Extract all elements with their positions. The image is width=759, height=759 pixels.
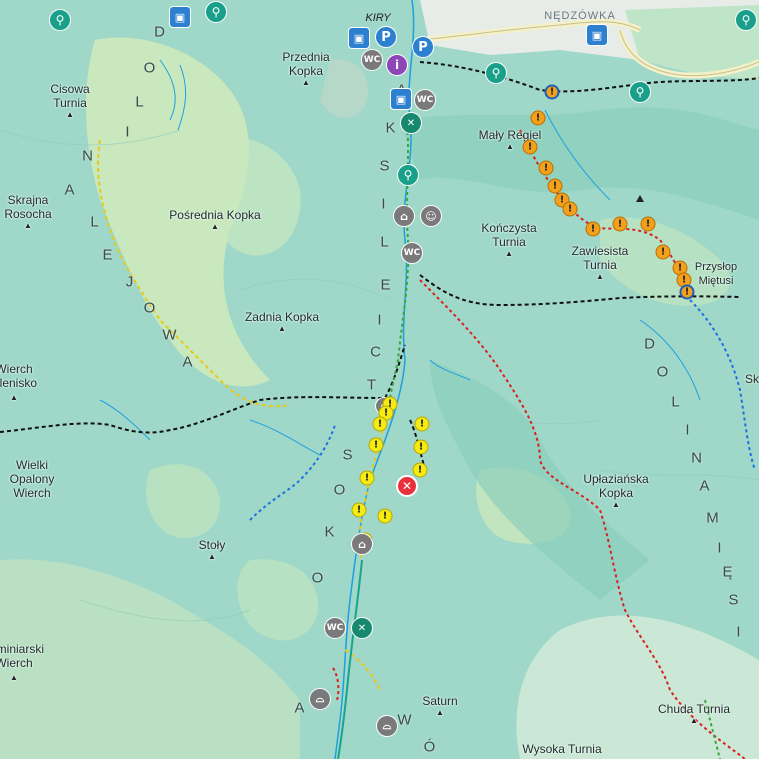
place-name: Skrajna Rosocha	[4, 193, 52, 221]
wc-icon[interactable]: WC	[401, 242, 423, 264]
warning-icon[interactable]: !	[413, 439, 429, 455]
bike-icon[interactable]: ⚲	[49, 9, 71, 31]
place-name: Wysoka Turnia	[522, 742, 602, 756]
cave-icon[interactable]: ⌓	[376, 715, 398, 737]
place-label: Saturn ▲	[422, 694, 458, 717]
place-label: Przysłop Miętusi	[691, 260, 741, 288]
bike-icon[interactable]: ⚲	[205, 1, 227, 23]
place-name: Cisowa Turnia	[50, 82, 90, 110]
place-label: Zadnia Kopka ▲	[244, 310, 320, 333]
place-label: Stoły ▲	[198, 538, 226, 561]
warning-icon[interactable]: !	[414, 416, 430, 432]
warning-icon[interactable]: !	[412, 462, 428, 478]
place-label: Cisowa Turnia ▲	[40, 82, 100, 120]
bike-icon[interactable]: ⚲	[397, 164, 419, 186]
village-label-nedzowka: NĘDZÓWKA	[544, 10, 616, 22]
bus-stop-icon[interactable]: ▣	[390, 88, 412, 110]
warning-icon[interactable]: !	[640, 216, 656, 232]
warning-icon[interactable]: !	[612, 216, 628, 232]
parking-icon[interactable]: P	[375, 26, 397, 48]
place-name: Kończysta Turnia	[481, 221, 537, 249]
warning-icon[interactable]: !	[522, 139, 538, 155]
warning-icon[interactable]: !	[547, 178, 563, 194]
danger-icon[interactable]: ✕	[396, 475, 418, 497]
place-label: Skrajna Rosocha ▲	[0, 193, 58, 231]
place-name: Sk	[744, 372, 759, 386]
place-name: Zawiesista Turnia	[571, 244, 629, 272]
village-label-kiry: KIRY	[365, 12, 391, 24]
warning-icon[interactable]: !	[377, 508, 393, 524]
place-label: Upłaziańska Kopka ▲	[576, 472, 656, 510]
warning-icon[interactable]: !	[368, 437, 384, 453]
place-label: Wierch Hlenisko▲	[0, 362, 42, 403]
warning-icon[interactable]: !	[655, 244, 671, 260]
bus-stop-icon[interactable]: ▣	[169, 6, 191, 28]
place-name: Stoły	[198, 538, 226, 552]
place-label: Sk	[745, 372, 759, 386]
place-name: Pośrednia Kopka	[169, 208, 261, 222]
warning-icon[interactable]: !	[359, 470, 375, 486]
place-label: Zawiesista Turnia ▲	[565, 244, 635, 282]
place-name: Chuda Turnia	[657, 702, 731, 716]
place-name: Saturn	[422, 694, 458, 708]
info-icon[interactable]: i	[386, 54, 408, 76]
place-name: Przysłop Miętusi	[694, 261, 738, 287]
cave-icon[interactable]: ☺	[420, 205, 442, 227]
place-label: Przednia Kopka ▲	[271, 50, 341, 88]
place-label: Wielki Opalony Wierch	[4, 458, 60, 500]
cave-icon[interactable]: ⌓	[309, 688, 331, 710]
bike-icon[interactable]: ⚲	[735, 9, 757, 31]
wc-icon[interactable]: WC	[414, 89, 436, 111]
place-label: Kominiarski Wierch▲	[0, 642, 44, 683]
warning-icon[interactable]: !	[585, 221, 601, 237]
wc-icon[interactable]: WC	[361, 49, 383, 71]
bus-stop-icon[interactable]: ▣	[586, 24, 608, 46]
gate-icon[interactable]: ✕	[351, 617, 373, 639]
parking-icon[interactable]: P	[412, 36, 434, 58]
place-name: Przednia Kopka	[282, 50, 330, 78]
topographic-map[interactable]	[0, 0, 759, 759]
gate-icon[interactable]: ✕	[400, 112, 422, 134]
place-label: Pośrednia Kopka ▲	[169, 208, 261, 231]
warning-icon[interactable]: !	[562, 201, 578, 217]
place-name: Wielki Opalony Wierch	[9, 458, 55, 500]
warning-icon[interactable]: !	[538, 160, 554, 176]
place-name: Kominiarski Wierch	[0, 642, 44, 670]
warning-icon[interactable]: !	[351, 502, 367, 518]
shelter-icon[interactable]: ⌂	[393, 205, 415, 227]
place-name: Upłaziańska Kopka	[583, 472, 649, 500]
wc-icon[interactable]: WC	[324, 617, 346, 639]
place-label: Chuda Turnia ▲	[657, 702, 731, 725]
warning-icon[interactable]: !	[679, 284, 695, 300]
place-label: Kończysta Turnia ▲	[477, 221, 542, 259]
bus-stop-icon[interactable]: ▣	[348, 27, 370, 49]
place-name: Zadnia Kopka	[244, 310, 320, 324]
warning-icon[interactable]: !	[530, 110, 546, 126]
place-name: Wierch Hlenisko	[0, 362, 38, 390]
warning-icon[interactable]: !	[372, 416, 388, 432]
shelter-icon[interactable]: ⌂	[351, 533, 373, 555]
warning-icon[interactable]: !	[544, 84, 560, 100]
bike-icon[interactable]: ⚲	[485, 62, 507, 84]
place-label: Wysoka Turnia	[522, 742, 601, 756]
bike-icon[interactable]: ⚲	[629, 81, 651, 103]
